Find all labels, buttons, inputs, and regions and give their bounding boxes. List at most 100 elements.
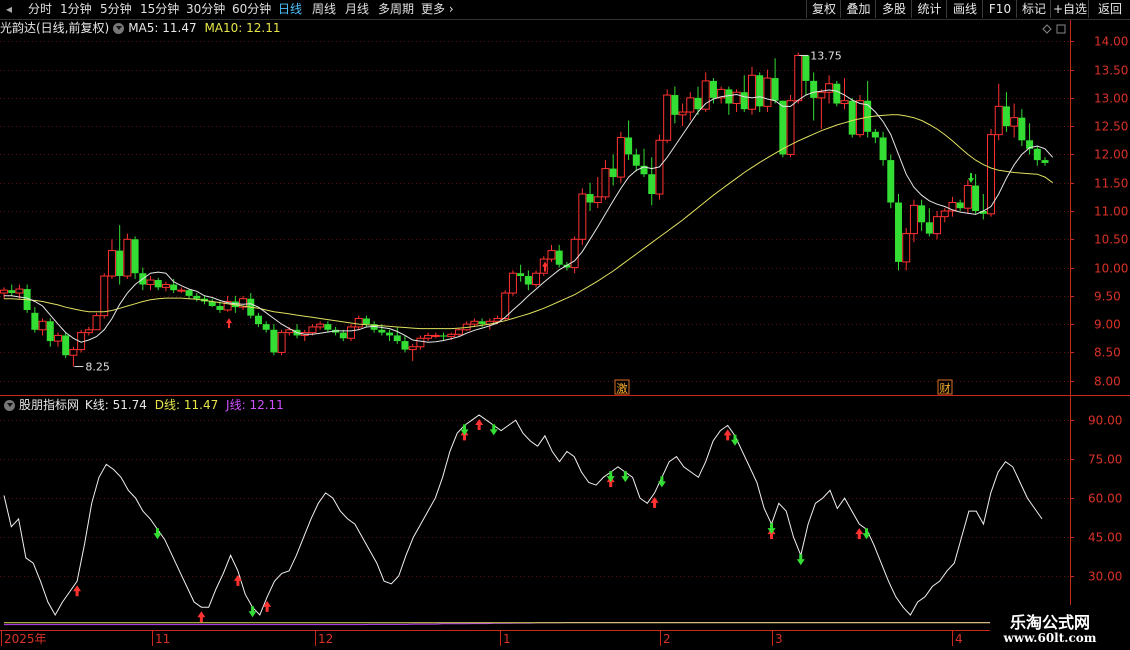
k-line — [3, 414, 1043, 617]
candle-body-down — [517, 273, 525, 277]
candle-body-down — [555, 250, 563, 265]
candle-body-up — [146, 279, 155, 286]
candle-body-up — [1010, 117, 1019, 127]
candle-body-down — [262, 324, 270, 330]
candle-body-down — [401, 341, 409, 350]
candle-body-down — [193, 295, 201, 299]
sub-tick-label: 30.00 — [1088, 570, 1122, 584]
candle-body-up — [69, 349, 78, 356]
candle-body-down — [956, 202, 964, 209]
candle-body-up — [678, 111, 687, 116]
candle-body-down — [671, 95, 679, 115]
candle-body-down — [632, 154, 640, 166]
time-label: 2025年 — [4, 632, 47, 646]
candle-body-up — [902, 233, 911, 263]
candle-body-up — [909, 204, 918, 235]
candle-body-down — [609, 168, 617, 178]
buy-arrow-icon — [73, 585, 82, 597]
candle-body-up — [408, 346, 417, 351]
candle-body-down — [833, 83, 841, 104]
low-price-label: 8.25 — [85, 361, 110, 374]
candle-body-up — [794, 54, 803, 102]
candle-body-down — [254, 315, 262, 325]
candle-body-up — [177, 289, 186, 292]
candle-body-down — [393, 335, 401, 342]
candle-body-down — [170, 284, 178, 291]
sell-arrow-icon — [657, 476, 666, 488]
candle-body-down — [1033, 148, 1041, 161]
candle-body-down — [524, 276, 532, 285]
indicator-chart — [3, 414, 1043, 626]
sell-arrow-icon — [862, 528, 871, 540]
candle-body-down — [771, 78, 779, 101]
candle-body-up — [416, 337, 425, 348]
candle-body-up — [277, 332, 286, 353]
candle-body-down — [386, 332, 394, 336]
main-tick-label: 9.50 — [1094, 290, 1121, 304]
candle-body-down — [709, 80, 717, 98]
buy-arrow-icon — [723, 429, 732, 441]
candle-body-up — [663, 94, 672, 141]
sell-arrow-icon — [730, 434, 739, 446]
candle-body-up — [0, 289, 8, 294]
watermark-url: www.60lt.com — [1003, 631, 1097, 645]
sell-arrow-icon — [248, 606, 257, 618]
candle-body-up — [454, 329, 463, 335]
candle-body-down — [154, 280, 162, 288]
watermark: 乐淘公式网 www.60lt.com — [990, 605, 1130, 650]
buy-arrow-icon — [226, 318, 232, 329]
candle-body-up — [616, 136, 625, 178]
candle-body-up — [470, 320, 479, 325]
time-label: 11 — [155, 632, 170, 646]
candle-body-down — [802, 55, 810, 81]
time-label: 4 — [955, 632, 963, 646]
candle-body-down — [918, 205, 926, 223]
main-tick-label: 13.50 — [1094, 64, 1128, 78]
candle-body-down — [1002, 106, 1010, 127]
candle-body-up — [316, 323, 325, 328]
high-price-label: 13.75 — [810, 49, 842, 62]
candle-body-up — [747, 74, 756, 110]
kline-chart: 13.75 8.25 激 财 — [0, 49, 1054, 395]
candle-body-up — [701, 80, 710, 110]
candle-body-down — [362, 318, 370, 325]
grid-layer — [0, 19, 1130, 631]
candle-body-up — [840, 100, 849, 105]
expand-icon — [1056, 24, 1066, 34]
candle-body-down — [378, 329, 386, 333]
candle-body-down — [871, 131, 879, 138]
candle-body-up — [963, 185, 972, 209]
candle-body-up — [855, 100, 864, 136]
time-label: 2 — [663, 632, 671, 646]
candle-body-up — [570, 238, 579, 269]
candle-body-up — [354, 317, 363, 328]
candle-body-up — [15, 288, 24, 294]
candle-body-down — [1041, 160, 1049, 163]
candle-body-down — [46, 321, 54, 342]
candle-body-up — [347, 326, 355, 339]
candle-body-down — [894, 202, 902, 262]
candle-body-up — [508, 272, 517, 294]
candle-body-down — [648, 174, 656, 195]
sell-arrow-icon — [621, 471, 630, 483]
candle-body-up — [593, 196, 602, 204]
diamond-icon — [1042, 24, 1052, 34]
candle-body-down — [848, 100, 856, 135]
candle-body-up — [601, 168, 610, 198]
sell-arrow-icon — [796, 554, 805, 566]
time-label: 3 — [775, 632, 783, 646]
candle-body-down — [131, 239, 139, 274]
candle-body-up — [933, 216, 942, 235]
candle-body-up — [732, 91, 741, 105]
candle-body-down — [339, 332, 347, 339]
candle-body-up — [431, 334, 440, 337]
candle-body-down — [216, 306, 224, 310]
chart-canvas[interactable]: 13.758.25激财 8.008.509.009.5010.0010.5011… — [0, 0, 1130, 650]
candle-body-up — [84, 329, 93, 334]
main-tick-label: 11.00 — [1094, 205, 1128, 219]
candle-body-down — [8, 290, 16, 294]
time-label: 12 — [318, 632, 333, 646]
main-tick-label: 10.50 — [1094, 233, 1128, 247]
main-tick-label: 14.00 — [1094, 35, 1128, 49]
candle-body-up — [308, 326, 317, 334]
